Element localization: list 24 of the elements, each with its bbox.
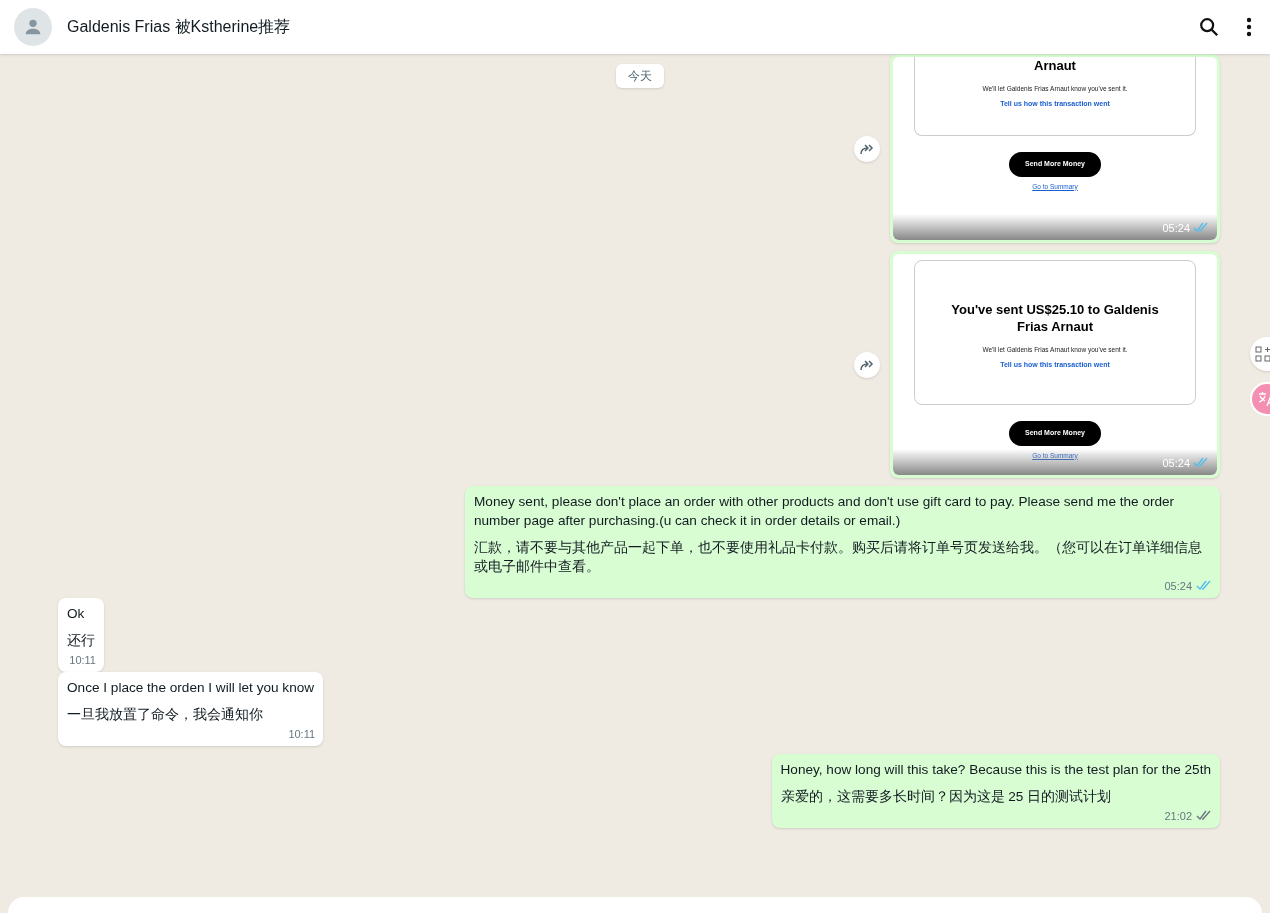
menu-icon[interactable] [1246,17,1252,37]
payment-heading: Arnaut [1033,57,1077,74]
message-text: Ok [67,605,86,623]
chat-title: Galdenis Frias 被Kstherine推荐 [67,17,291,37]
payment-heading: You've sent US$25.10 to Galdenis Frias Arnaut [950,301,1160,335]
date-chip: 今天 [616,64,664,88]
message-text: 一旦我放置了命令，我会通知你 [67,706,264,724]
message-time: 21:02 [1164,808,1192,824]
forward-icon[interactable] [854,135,880,162]
message-text: 还行 [67,632,95,650]
message-text: Once I place the orden I will let you know [67,679,315,697]
message-time: 10:11 [69,652,96,668]
message-text: Money sent, please don't place an order with other products and don't use gift card to pay. Please send me the order number page after purchasing.(u can check it in order details or email.) [474,493,1176,530]
message-text: 汇款，请不要与其他产品一起下单，也不要使用礼品卡付款。购买后请将订单号页发送给我。（您可以在订单详细信息或电子邮件中查看。 [474,539,1203,576]
message-time: 05:24 [1164,578,1192,594]
search-icon[interactable] [1198,16,1220,38]
avatar-icon[interactable] [14,8,52,46]
message-input-bar[interactable] [8,897,1262,913]
message-time: 05:24 [1162,455,1190,471]
forward-icon[interactable] [854,351,880,378]
message-text: 亲爱的，这需要多长时间？因为这是 25 日的测试计划 [780,788,1113,806]
message-text: Honey, how long will this take? Because this is the test plan for the 25th [780,761,1211,779]
message-time: 05:24 [1162,220,1190,236]
message-time: 10:11 [288,726,316,742]
